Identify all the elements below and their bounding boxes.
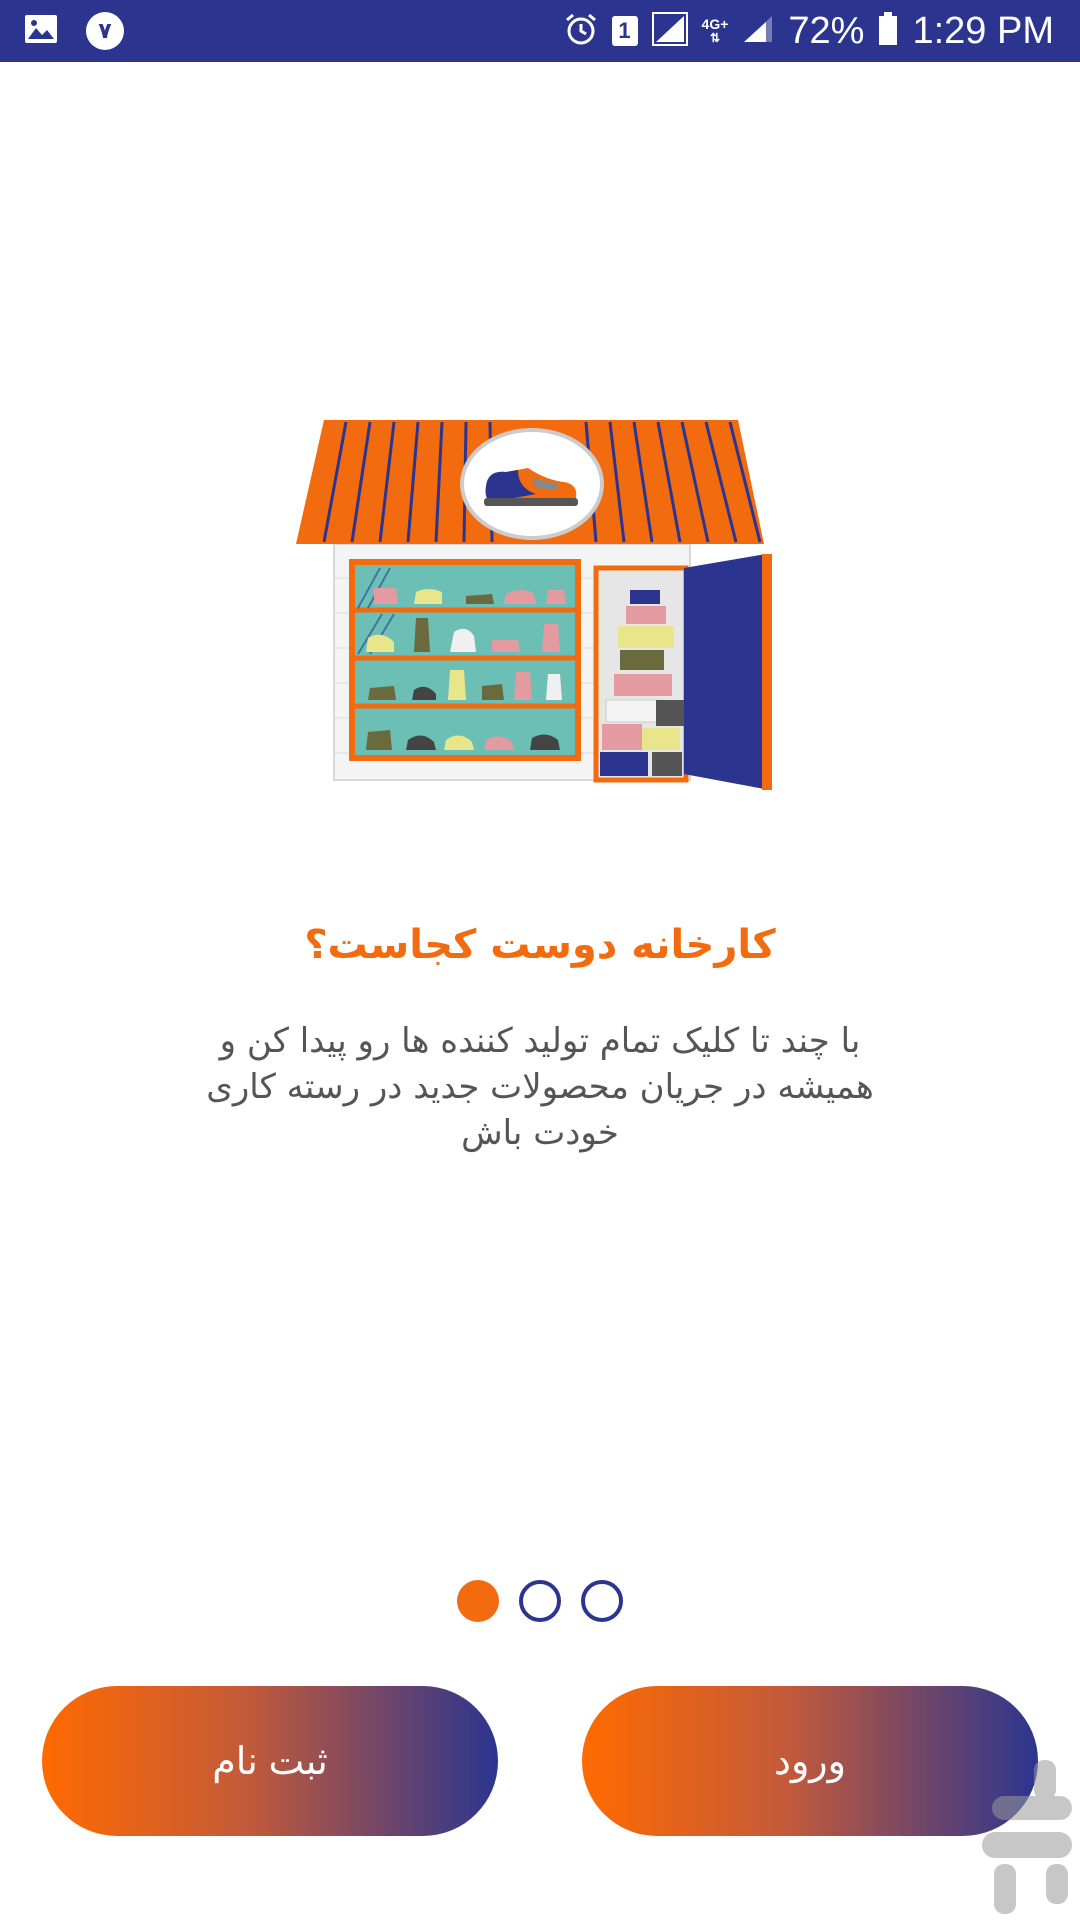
clock: 1:29 PM [912, 10, 1054, 52]
sim-icon: 1 [611, 16, 638, 46]
page-dot-2[interactable] [519, 1580, 561, 1622]
status-bar: ۷ 1 4G+ ⇅ 72% 1:29 PM [0, 0, 1080, 62]
signal-icon [651, 12, 688, 50]
shoe-store-illustration [296, 420, 772, 790]
onboarding-title: کارخانه دوست کجاست؟ [304, 922, 776, 968]
battery-icon [878, 12, 898, 50]
cellular-signal-icon [742, 14, 774, 48]
page-dot-1[interactable] [457, 1580, 499, 1622]
alarm-icon [564, 12, 598, 50]
onboarding-description: با چند تا کلیک تمام تولید کننده ها رو پی… [206, 1021, 874, 1153]
register-button[interactable]: ثبت نام [42, 1686, 498, 1836]
login-button[interactable]: ورود [582, 1686, 1038, 1836]
store-watermark-icon [982, 1760, 1072, 1914]
gallery-icon [24, 14, 58, 48]
page-indicator [0, 1580, 1080, 1622]
page-dot-3[interactable] [581, 1580, 623, 1622]
notification-badge: ۷ [86, 12, 124, 50]
network-type: 4G+ ⇅ [701, 16, 729, 45]
battery-percent: 72% [788, 10, 865, 52]
